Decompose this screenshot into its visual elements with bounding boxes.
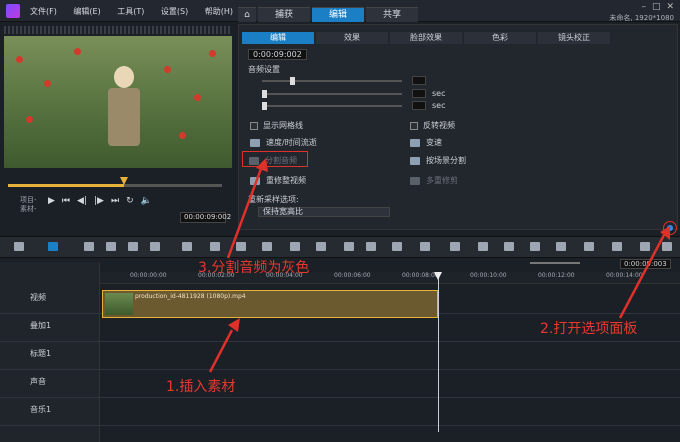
annotation-split-audio-gray: 3.分割音频为灰色 <box>198 260 310 276</box>
annotation-arrows <box>208 158 670 373</box>
annotation-open-options: 2.打开选项面板 <box>540 321 638 337</box>
annotation-insert-clip: 1.插入素材 <box>166 379 236 395</box>
